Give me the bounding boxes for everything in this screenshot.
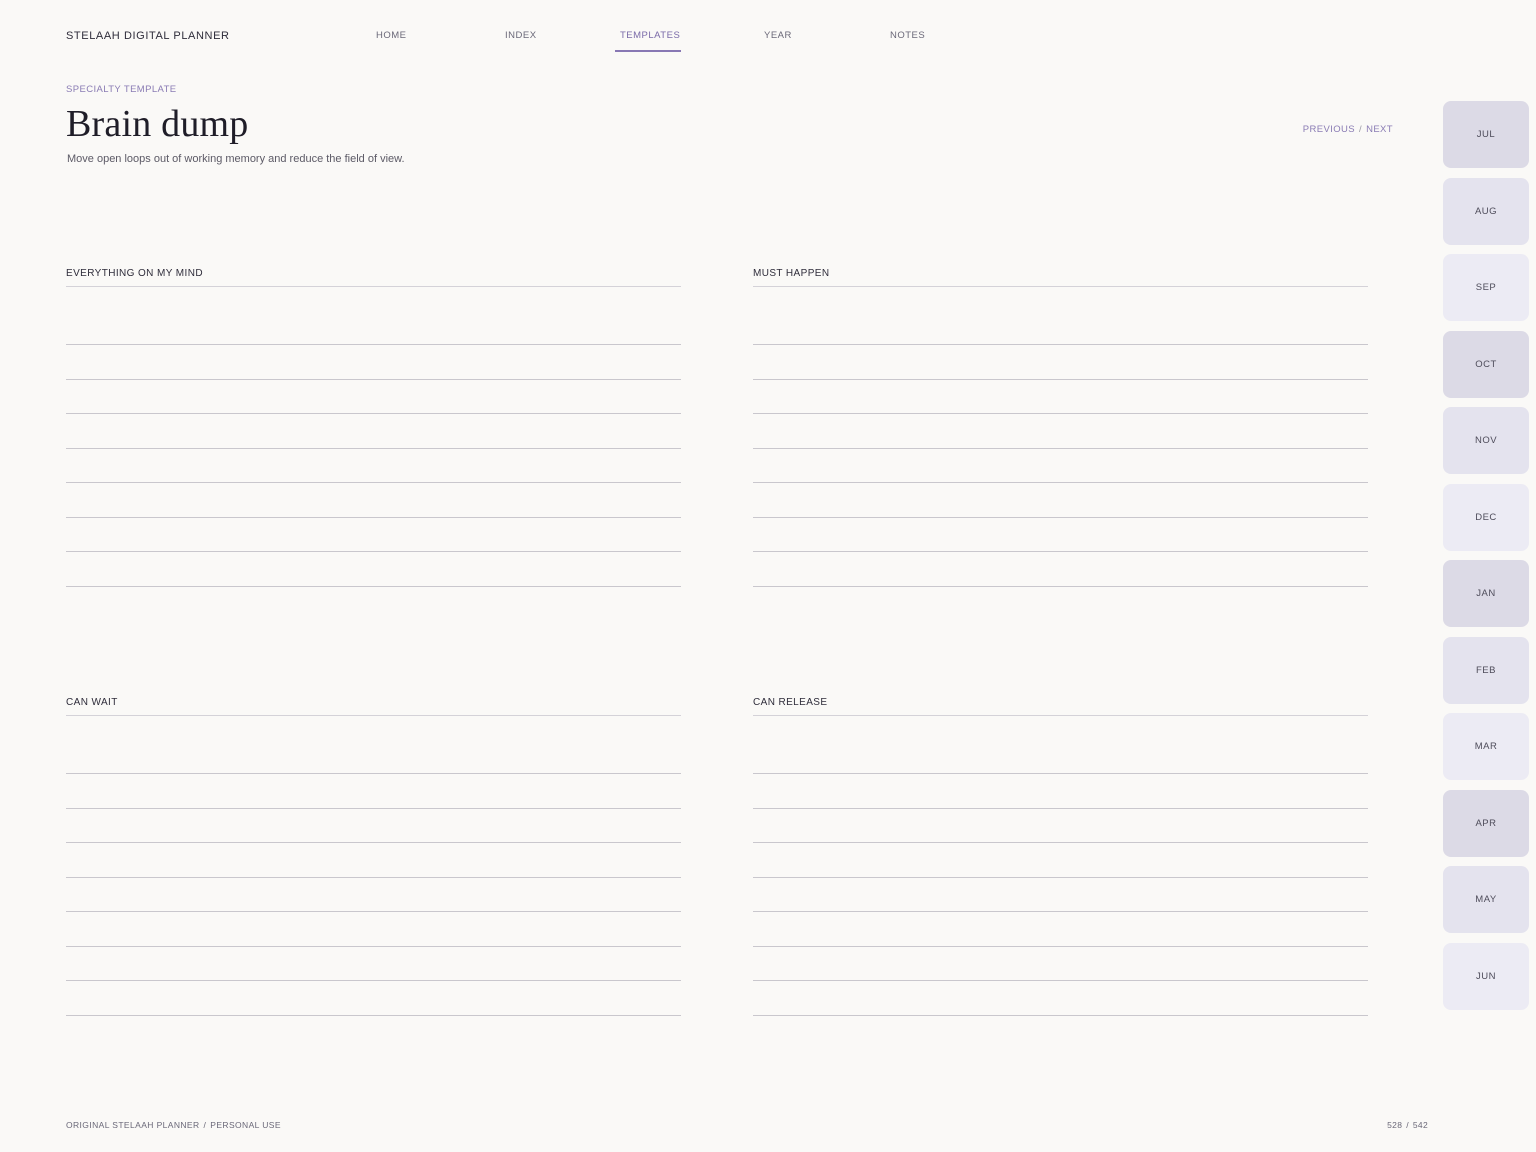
section-label: EVERYTHING ON MY MIND: [66, 268, 203, 279]
writing-lines[interactable]: [66, 287, 681, 588]
nav-home[interactable]: HOME: [376, 30, 407, 41]
writing-lines[interactable]: [753, 716, 1368, 1017]
writing-line: [753, 807, 1368, 809]
section-must-happen: MUST HAPPEN: [753, 266, 1368, 588]
writing-line: [66, 773, 681, 774]
nav-templates[interactable]: TEMPLATES: [620, 30, 680, 41]
month-tab-mar[interactable]: MAR: [1443, 713, 1529, 780]
next-link[interactable]: NEXT: [1366, 124, 1393, 135]
month-tab-sep[interactable]: SEP: [1443, 254, 1529, 321]
section-label: MUST HAPPEN: [753, 268, 830, 279]
month-tab-jan[interactable]: JAN: [1443, 560, 1529, 627]
writing-line: [753, 980, 1368, 981]
writing-line: [753, 378, 1368, 380]
writing-line: [66, 980, 681, 981]
writing-line: [753, 876, 1368, 878]
writing-line: [66, 911, 681, 912]
section-label: CAN RELEASE: [753, 697, 828, 708]
writing-line: [753, 773, 1368, 774]
writing-line: [753, 516, 1368, 518]
section-can-release: CAN RELEASE: [753, 695, 1368, 1017]
footer-separator: /: [203, 1120, 207, 1130]
month-tab-jul[interactable]: JUL: [1443, 101, 1529, 168]
page-subtitle: Move open loops out of working memory an…: [67, 153, 405, 165]
month-tab-feb[interactable]: FEB: [1443, 636, 1529, 704]
nav-year[interactable]: YEAR: [764, 30, 792, 41]
section-label: CAN WAIT: [66, 697, 118, 708]
nav-index[interactable]: INDEX: [505, 30, 537, 41]
top-navigation: HOME INDEX TEMPLATES YEAR NOTES: [0, 30, 1536, 54]
writing-line: [66, 585, 681, 587]
page-eyebrow: SPECIALTY TEMPLATE: [66, 84, 177, 95]
writing-lines[interactable]: [753, 287, 1368, 588]
month-tab-oct[interactable]: OCT: [1443, 330, 1529, 398]
writing-line: [66, 344, 681, 345]
section-can-wait: CAN WAIT: [66, 695, 681, 1017]
writing-line: [753, 551, 1368, 552]
month-tab-may[interactable]: MAY: [1443, 866, 1529, 933]
writing-line: [66, 378, 681, 380]
writing-line: [753, 842, 1368, 843]
footer-credit-a: ORIGINAL STELAAH PLANNER: [66, 1120, 200, 1130]
footer-credit-b: PERSONAL USE: [210, 1120, 281, 1130]
writing-line: [66, 516, 681, 518]
previous-link[interactable]: PREVIOUS: [1303, 124, 1355, 135]
writing-line: [66, 876, 681, 878]
month-tab-jun[interactable]: JUN: [1443, 942, 1529, 1010]
section-everything-on-my-mind: EVERYTHING ON MY MIND: [66, 266, 681, 588]
page-number: 528/542: [1387, 1120, 1428, 1130]
writing-line: [753, 945, 1368, 947]
writing-line: [753, 911, 1368, 912]
writing-line: [66, 447, 681, 449]
month-tab-apr[interactable]: APR: [1443, 789, 1529, 857]
nav-active-underline: [615, 50, 681, 52]
writing-line: [753, 1014, 1368, 1016]
pager: PREVIOUS / NEXT: [1303, 124, 1393, 135]
page-number-separator: /: [1406, 1120, 1409, 1130]
pager-separator: /: [1359, 124, 1363, 135]
page-title: Brain dump: [66, 103, 249, 145]
page-current: 528: [1387, 1120, 1403, 1130]
writing-line: [66, 551, 681, 552]
writing-line: [66, 807, 681, 809]
writing-line: [753, 447, 1368, 449]
month-tab-dec[interactable]: DEC: [1443, 483, 1529, 551]
planner-page: STELAAH DIGITAL PLANNER HOME INDEX TEMPL…: [0, 0, 1536, 1152]
writing-line: [66, 945, 681, 947]
writing-line: [753, 482, 1368, 483]
writing-line: [753, 344, 1368, 345]
month-tab-nov[interactable]: NOV: [1443, 407, 1529, 474]
writing-line: [66, 1014, 681, 1016]
writing-line: [66, 413, 681, 414]
writing-line: [66, 842, 681, 843]
writing-line: [66, 482, 681, 483]
page-total: 542: [1412, 1120, 1428, 1130]
month-tab-aug[interactable]: AUG: [1443, 177, 1529, 245]
nav-notes[interactable]: NOTES: [890, 30, 925, 41]
writing-line: [753, 413, 1368, 414]
writing-lines[interactable]: [66, 716, 681, 1017]
writing-line: [753, 585, 1368, 587]
footer-credit: ORIGINAL STELAAH PLANNER / PERSONAL USE: [66, 1120, 281, 1130]
